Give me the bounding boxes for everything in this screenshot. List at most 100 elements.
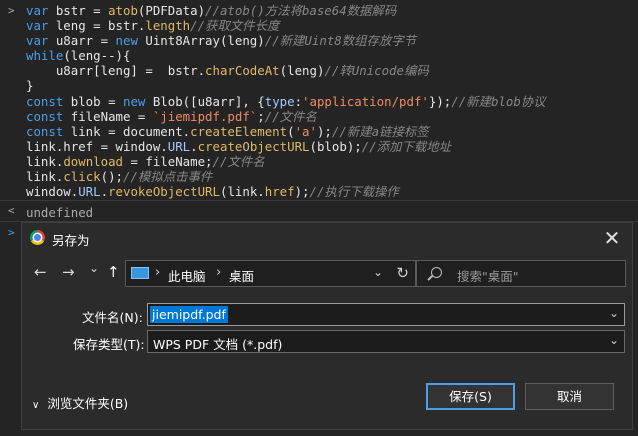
code-line: const fileName = `jiemipdf.pdf`;//文件名 [26,109,546,124]
code-token: //新建Uint8数组存放字节 [264,33,417,49]
code-token: URL [167,138,191,154]
code-token: : [294,93,303,109]
cancel-button[interactable]: 取消 [525,383,614,410]
breadcrumb-this-pc[interactable]: 此电脑 [168,266,206,285]
code-token: u8arr = [55,33,116,49]
code-line: var u8arr = new Uint8Array(leng)//新建Uint… [26,33,546,48]
code-token: fileName = [70,108,153,124]
code-token: (link. [219,184,265,200]
code-token: Blob([u8arr], { [152,93,265,109]
code-token: (leng--){ [63,48,131,64]
code-line: link.click();//模拟点击事件 [26,169,546,184]
forward-arrow-icon[interactable]: → [62,263,75,281]
code-token: const [26,93,71,109]
console-divider [0,200,638,201]
filename-value[interactable]: jiemipdf.pdf [150,306,228,323]
code-token: }); [428,93,452,109]
code-token: . [100,184,109,200]
close-button[interactable]: ✕ [592,223,632,253]
code-token: createObjectURL [197,138,310,154]
code-token: atob [108,3,138,18]
code-token: blob = [70,93,123,109]
code-line: const link = document.createElement('a')… [26,124,546,139]
code-token: ); [316,123,332,139]
chevron-down-icon: ∨ [32,400,40,411]
filename-input[interactable]: jiemipdf.pdf ⌄ [147,303,625,326]
browse-folders-label: 浏览文件夹(B) [47,396,129,411]
devtools-console: > var bstr = atob(PDFData)//atob()方法将bas… [0,0,638,436]
code-token: (blob); [309,138,362,154]
chevron-down-icon[interactable]: ⌄ [609,306,619,320]
code-token: length [145,18,191,34]
address-bar[interactable]: › 此电脑 › 桌面 ⌄ ↻ [125,260,416,287]
code-token: bstr = [55,3,109,18]
new-prompt-icon[interactable]: > [8,226,15,239]
filename-label: 文件名(N): [82,310,143,325]
input-prompt-icon: > [8,4,15,17]
code-token: (leng) [279,63,325,79]
code-token: link = document. [70,123,191,139]
code-token: //执行下载操作 [309,184,399,200]
chrome-icon [30,230,45,245]
code-token: var [26,3,56,18]
code-line: var bstr = atob(PDFData)//atob()方法将base6… [26,3,546,18]
this-pc-icon [131,267,149,279]
search-placeholder: 搜索"桌面" [457,269,519,284]
search-box[interactable]: 搜索"桌面" [416,260,626,287]
recent-locations-icon[interactable]: ⌄ [89,261,99,275]
code-token: href [264,184,295,200]
code-line: } [26,78,546,93]
code-line: while(leng--){ [26,48,546,63]
browse-folders-toggle[interactable]: ∨ 浏览文件夹(B) [32,393,128,412]
address-dropdown-icon[interactable]: ⌄ [373,265,383,279]
code-token: leng = bstr. [55,18,146,34]
refresh-icon[interactable]: ↻ [396,264,409,282]
code-token: (PDFData) [137,3,206,18]
code-token: //获取文件长度 [190,18,280,34]
up-arrow-icon[interactable]: ↑ [107,263,120,281]
code-token: var [26,33,56,49]
chevron-right-icon[interactable]: › [155,265,160,280]
save-as-dialog: 另存为 ✕ ← → ⌄ ↑ › 此电脑 › 桌面 ⌄ ↻ 搜索"桌面" 文件名(… [21,222,633,430]
code-token: //文件名 [264,108,317,124]
chevron-right-icon[interactable]: › [216,265,221,280]
filetype-value: WPS PDF 文档 (*.pdf) [153,337,283,352]
chevron-down-icon[interactable]: ⌄ [609,333,619,347]
code-token: `jiemipdf.pdf` [152,108,258,124]
code-token: 'a' [294,123,317,139]
save-button[interactable]: 保存(S) [426,383,515,410]
code-token: //atob()方法将base64数据解码 [205,3,397,18]
code-token: . [190,138,198,154]
code-line: window.URL.revokeObjectURL(link.href);//… [26,184,546,199]
code-token: link.href = window. [26,138,168,154]
code-line: link.href = window.URL.createObjectURL(b… [26,139,546,154]
code-token: while [26,48,64,64]
search-icon [431,267,442,278]
code-token: revokeObjectURL [108,184,220,200]
code-token: //模拟点击事件 [123,169,213,185]
code-token: //转Unicode编码 [324,63,429,79]
code-token: ( [287,123,295,139]
code-token: //新建a链接标签 [331,123,429,139]
code-token: link. [26,169,64,185]
code-token: new [115,33,146,49]
breadcrumb-desktop[interactable]: 桌面 [229,266,254,285]
filetype-select[interactable]: WPS PDF 文档 (*.pdf) ⌄ [147,330,625,353]
console-code-block: var bstr = atob(PDFData)//atob()方法将base6… [26,3,546,199]
code-token: download [63,153,123,169]
code-token: const [26,108,71,124]
navigation-bar: ← → ⌄ ↑ › 此电脑 › 桌面 ⌄ ↻ 搜索"桌面" [22,253,632,293]
code-token: ); [294,184,310,200]
code-token: = fileName; [123,153,213,169]
back-arrow-icon[interactable]: ← [34,263,47,281]
code-token: 'application/pdf' [302,93,429,109]
code-token: ; [257,108,265,124]
dialog-title: 另存为 [52,233,90,248]
code-token: const [26,123,71,139]
code-line: var leng = bstr.length//获取文件长度 [26,18,546,33]
code-token: createElement [190,123,288,139]
code-token: //新建blob协议 [451,93,546,109]
code-token: u8arr[leng] = bstr. [26,63,206,79]
code-token: type [264,93,295,109]
code-token: window. [26,184,79,200]
